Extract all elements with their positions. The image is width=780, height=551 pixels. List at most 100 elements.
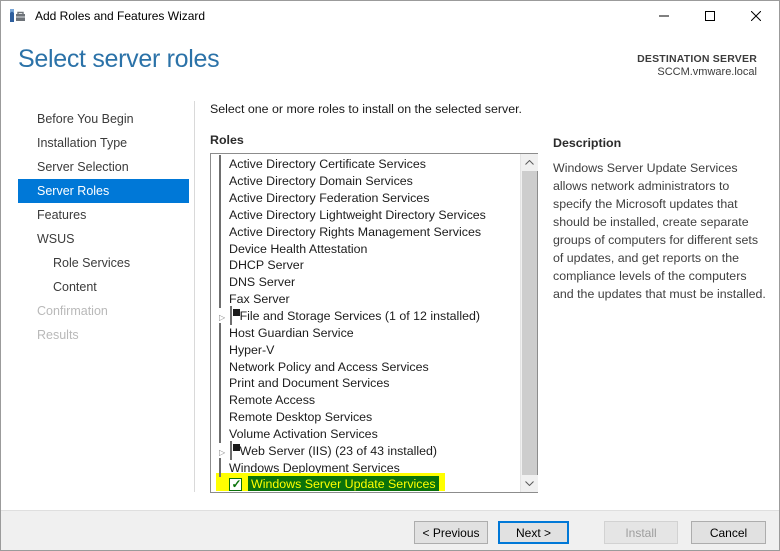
- role-label: Active Directory Federation Services: [229, 191, 430, 206]
- wizard-step-label: Role Services: [53, 256, 131, 270]
- sidebar-item-server-selection[interactable]: Server Selection: [18, 155, 189, 179]
- minimize-icon[interactable]: [641, 1, 687, 31]
- role-row[interactable]: Active Directory Federation Services: [211, 188, 520, 208]
- wizard-step-label: Before You Begin: [37, 112, 134, 126]
- role-row[interactable]: ▷ Web Server (IIS) (23 of 43 installed): [211, 440, 520, 460]
- sidebar-item-confirmation: Confirmation: [18, 299, 189, 323]
- roles-list: Active Directory Certificate Services Ac…: [211, 155, 520, 491]
- window-controls: [641, 1, 779, 31]
- sidebar-item-role-services[interactable]: Role Services: [18, 251, 189, 275]
- destination-server-label: DESTINATION SERVER: [637, 53, 757, 65]
- role-label: Active Directory Rights Management Servi…: [229, 224, 482, 239]
- role-row[interactable]: ✓ Windows Server Update Services: [211, 473, 520, 491]
- wizard-step-label: Confirmation: [37, 304, 108, 318]
- role-checkbox[interactable]: [219, 339, 221, 359]
- role-row-content: Active Directory Certificate Services: [219, 155, 426, 174]
- expand-arrow-icon[interactable]: ▷: [219, 448, 225, 457]
- sidebar-item-server-roles[interactable]: Server Roles: [18, 179, 189, 203]
- role-row[interactable]: Hyper-V: [211, 339, 520, 359]
- sidebar-item-installation-type[interactable]: Installation Type: [18, 131, 189, 155]
- wizard-step-label: Results: [37, 328, 79, 342]
- check-mark-icon: ✓: [231, 476, 242, 491]
- sidebar-item-features[interactable]: Features: [18, 203, 189, 227]
- role-row-content: ▷ File and Storage Services (1 of 12 ins…: [219, 306, 480, 326]
- expand-arrow-icon[interactable]: ▷: [219, 313, 225, 322]
- role-checkbox[interactable]: [219, 322, 221, 342]
- role-row-content: DHCP Server: [219, 255, 304, 275]
- wizard-step-label: Installation Type: [37, 136, 128, 150]
- wizard-step-label: Server Selection: [37, 160, 129, 174]
- close-icon[interactable]: [733, 1, 779, 31]
- role-row[interactable]: Active Directory Certificate Services: [211, 155, 520, 174]
- scroll-down-icon[interactable]: [521, 475, 538, 492]
- add-roles-wizard-window: Add Roles and Features Wizard Select ser…: [0, 0, 780, 551]
- role-row[interactable]: Active Directory Lightweight Directory S…: [211, 204, 520, 224]
- role-row[interactable]: Host Guardian Service: [211, 322, 520, 342]
- wizard-step-label: Content: [53, 280, 97, 294]
- install-button: Install: [604, 521, 678, 544]
- role-label: Active Directory Domain Services: [229, 174, 413, 189]
- role-label: DNS Server: [229, 275, 296, 290]
- role-row-content: ▷ Web Server (IIS) (23 of 43 installed): [219, 440, 437, 460]
- role-row[interactable]: Fax Server: [211, 289, 520, 309]
- role-row[interactable]: DNS Server: [211, 272, 520, 292]
- role-row[interactable]: Volume Activation Services: [211, 423, 520, 443]
- role-row-content: Network Policy and Access Services: [219, 356, 429, 376]
- role-checkbox[interactable]: [229, 440, 240, 460]
- roles-label: Roles: [210, 133, 244, 147]
- description-text: Windows Server Update Services allows ne…: [553, 161, 766, 301]
- role-label: Fax Server: [229, 292, 290, 307]
- sidebar-item-wsus[interactable]: WSUS: [18, 227, 189, 251]
- role-row[interactable]: Active Directory Rights Management Servi…: [211, 221, 520, 241]
- role-label: Device Health Attestation: [229, 241, 368, 256]
- page-title: Select server roles: [18, 45, 220, 73]
- role-row-content: Device Health Attestation: [219, 238, 368, 258]
- description-heading: Description: [553, 136, 622, 150]
- scroll-up-icon[interactable]: [521, 154, 538, 171]
- wizard-step-label: Server Roles: [37, 184, 110, 198]
- role-row[interactable]: ▷ File and Storage Services (1 of 12 ins…: [211, 306, 520, 326]
- role-row[interactable]: Remote Desktop Services: [211, 407, 520, 427]
- instruction-text: Select one or more roles to install on t…: [210, 102, 522, 116]
- roles-scrollbar[interactable]: [520, 154, 538, 492]
- role-row[interactable]: Network Policy and Access Services: [211, 356, 520, 376]
- role-row-content: Hyper-V: [219, 339, 274, 359]
- role-row-content: Remote Access: [219, 390, 315, 410]
- role-row[interactable]: Active Directory Domain Services: [211, 171, 520, 191]
- role-label: Network Policy and Access Services: [229, 359, 429, 374]
- maximize-icon[interactable]: [687, 1, 733, 31]
- window-title: Add Roles and Features Wizard: [35, 9, 206, 23]
- wizard-toolbox-icon: [10, 9, 25, 22]
- titlebar: Add Roles and Features Wizard: [1, 1, 779, 31]
- role-row[interactable]: Device Health Attestation: [211, 238, 520, 258]
- wizard-step-label: Features: [37, 208, 87, 222]
- partial-check-mark: [232, 443, 240, 451]
- scrollbar-thumb[interactable]: [522, 171, 537, 475]
- role-row-content: Volume Activation Services: [219, 423, 378, 443]
- role-row-content: Print and Document Services: [219, 373, 390, 393]
- role-row[interactable]: DHCP Server: [211, 255, 520, 275]
- role-label: Windows Server Update Services: [248, 476, 439, 491]
- role-checkbox[interactable]: [229, 306, 240, 326]
- role-label: Host Guardian Service: [229, 325, 354, 340]
- destination-server-name: SCCM.vmware.local: [657, 66, 757, 78]
- sidebar-item-before-you-begin[interactable]: Before You Begin: [18, 107, 189, 131]
- role-row[interactable]: Print and Document Services: [211, 373, 520, 393]
- role-checkbox[interactable]: [219, 457, 221, 477]
- role-checkbox[interactable]: [219, 221, 221, 241]
- role-row[interactable]: Remote Access: [211, 390, 520, 410]
- role-label: Active Directory Certificate Services: [229, 157, 426, 172]
- role-row-content: Active Directory Lightweight Directory S…: [219, 204, 486, 224]
- previous-button[interactable]: < Previous: [414, 521, 488, 544]
- role-checkbox[interactable]: ✓: [229, 476, 242, 491]
- role-label: File and Storage Services (1 of 12 insta…: [239, 309, 480, 324]
- cancel-button[interactable]: Cancel: [691, 521, 766, 544]
- role-label: Print and Document Services: [229, 376, 390, 391]
- role-row-content: Active Directory Domain Services: [219, 171, 413, 191]
- role-checkbox[interactable]: [219, 423, 221, 443]
- next-button[interactable]: Next >: [498, 521, 569, 544]
- wizard-step-label: WSUS: [37, 232, 75, 246]
- role-checkbox[interactable]: [219, 289, 221, 309]
- role-label: Active Directory Lightweight Directory S…: [229, 207, 486, 222]
- sidebar-item-content[interactable]: Content: [18, 275, 189, 299]
